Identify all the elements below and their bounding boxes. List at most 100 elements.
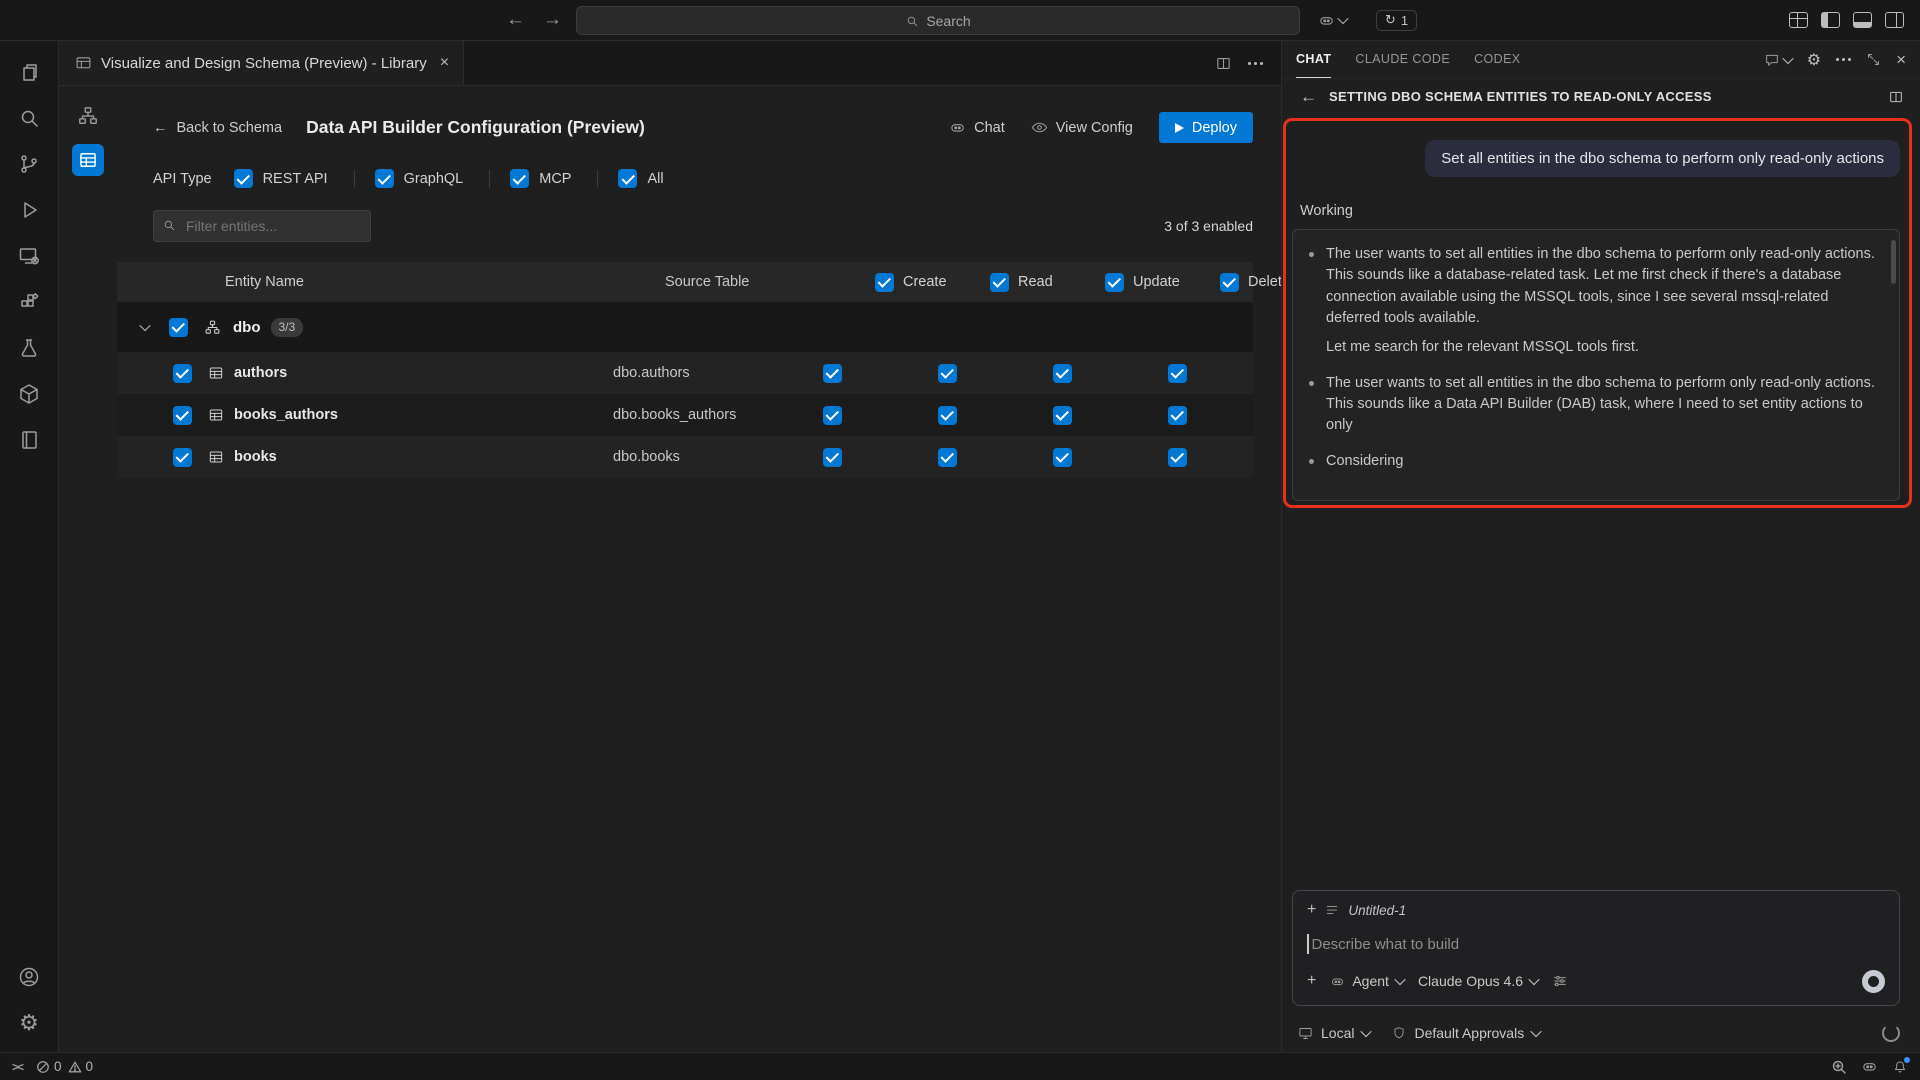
update-checkbox[interactable] (1053, 448, 1072, 467)
rest-api-checkbox[interactable] (234, 169, 253, 188)
explorer-icon[interactable] (5, 49, 53, 95)
customize-layout-icon[interactable] (1789, 12, 1808, 28)
bullet-icon (1309, 252, 1314, 257)
delete-checkbox[interactable] (1168, 364, 1187, 383)
open-in-editor-icon[interactable] (1888, 89, 1904, 105)
tab-codex[interactable]: CODEX (1474, 41, 1520, 78)
run-debug-icon[interactable] (5, 187, 53, 233)
scrollbar-thumb[interactable] (1891, 240, 1896, 284)
entity-row[interactable]: authors dbo.authors ⚙ (117, 352, 1253, 394)
row-checkbox[interactable] (173, 448, 192, 467)
source-control-icon[interactable] (5, 141, 53, 187)
notifications-bell-icon[interactable] (1892, 1059, 1908, 1075)
chat-settings-gear-icon[interactable]: ⚙ (1807, 50, 1821, 69)
attach-icon[interactable]: + (1307, 972, 1316, 990)
approvals-dropdown[interactable]: Default Approvals (1392, 1025, 1540, 1041)
remote-indicator-icon[interactable]: >< (12, 1060, 22, 1074)
row-checkbox[interactable] (173, 406, 192, 425)
api-type-graphql[interactable]: GraphQL (375, 169, 464, 188)
thought-item: The user wants to set all entities in th… (1309, 373, 1879, 437)
toggle-secondary-sidebar-icon[interactable] (1885, 12, 1904, 28)
all-checkbox[interactable] (618, 169, 637, 188)
testing-icon[interactable] (5, 325, 53, 371)
model-picker-dropdown[interactable]: Claude Opus 4.6 (1418, 973, 1538, 989)
dictation-button[interactable] (1862, 970, 1885, 993)
settings-gear-icon[interactable]: ⚙ (5, 1000, 53, 1046)
create-all-checkbox[interactable] (875, 273, 894, 292)
context-pill[interactable]: Untitled-1 (1348, 903, 1406, 918)
api-type-all[interactable]: All (618, 169, 663, 188)
read-checkbox[interactable] (938, 448, 957, 467)
chat-conversation: Set all entities in the dbo schema to pe… (1282, 114, 1920, 890)
filter-entities-input[interactable] (153, 210, 371, 242)
zoom-in-icon[interactable] (1831, 1059, 1847, 1075)
warnings-indicator[interactable]: 0 (68, 1059, 94, 1074)
toggle-sidebar-icon[interactable] (1821, 12, 1840, 28)
editor-more-actions-icon[interactable] (1248, 62, 1263, 65)
nav-back-icon[interactable]: ← (506, 9, 525, 31)
back-to-schema-link[interactable]: ← Back to Schema (153, 120, 282, 136)
new-chat-button[interactable] (1764, 52, 1792, 68)
delete-all-checkbox[interactable] (1220, 273, 1239, 292)
database-projects-icon[interactable] (5, 371, 53, 417)
chat-more-actions-icon[interactable] (1836, 58, 1851, 61)
nav-forward-icon[interactable]: → (543, 9, 562, 31)
create-checkbox[interactable] (823, 406, 842, 425)
update-all-checkbox[interactable] (1105, 273, 1124, 292)
tab-visualize-design-schema[interactable]: Visualize and Design Schema (Preview) - … (59, 41, 464, 85)
tab-claude-code[interactable]: CLAUDE CODE (1355, 41, 1450, 78)
working-status: Working (1300, 203, 1920, 219)
row-checkbox[interactable] (173, 364, 192, 383)
command-center-search[interactable]: Search (576, 6, 1300, 35)
mcp-checkbox[interactable] (510, 169, 529, 188)
create-checkbox[interactable] (823, 364, 842, 383)
create-checkbox[interactable] (823, 448, 842, 467)
view-config-button[interactable]: View Config (1031, 119, 1133, 136)
chat-input-placeholder[interactable]: Describe what to build (1312, 936, 1460, 953)
entity-row[interactable]: books_authors dbo.books_authors ⚙ (117, 394, 1253, 436)
deploy-button[interactable]: Deploy (1159, 112, 1253, 143)
close-panel-icon[interactable]: × (1896, 50, 1906, 70)
toggle-panel-icon[interactable] (1853, 12, 1872, 28)
tab-chat[interactable]: CHAT (1296, 41, 1331, 78)
chevron-down-icon (1394, 974, 1405, 985)
maximize-icon[interactable] (1866, 52, 1881, 67)
extensions-icon[interactable] (5, 279, 53, 325)
chevron-down-icon (1361, 1026, 1372, 1037)
copilot-menu-button[interactable] (1318, 12, 1347, 29)
agent-mode-dropdown[interactable]: Agent (1330, 973, 1404, 989)
schema-view-icon[interactable] (72, 100, 104, 132)
split-editor-icon[interactable] (1215, 55, 1232, 72)
tab-close-icon[interactable]: × (440, 54, 449, 72)
chat-button[interactable]: Chat (949, 119, 1005, 136)
agent-thinking-box[interactable]: The user wants to set all entities in th… (1292, 229, 1900, 501)
collapse-chevron-icon[interactable] (139, 320, 150, 331)
add-context-icon[interactable]: + (1307, 901, 1316, 919)
requests-counter-badge[interactable]: ↻ 1 (1376, 10, 1417, 31)
session-back-icon[interactable]: ← (1300, 87, 1317, 107)
search-sidebar-icon[interactable] (5, 95, 53, 141)
tools-sliders-icon[interactable] (1552, 973, 1568, 989)
update-checkbox[interactable] (1053, 364, 1072, 383)
api-builder-view-icon[interactable] (72, 144, 104, 176)
notebooks-icon[interactable] (5, 417, 53, 463)
delete-checkbox[interactable] (1168, 406, 1187, 425)
delete-checkbox[interactable] (1168, 448, 1187, 467)
group-checkbox[interactable] (169, 318, 188, 337)
update-checkbox[interactable] (1053, 406, 1072, 425)
copilot-status-icon[interactable] (1861, 1058, 1878, 1075)
api-type-mcp[interactable]: MCP (510, 169, 571, 188)
session-progress-icon (1882, 1024, 1900, 1042)
read-checkbox[interactable] (938, 406, 957, 425)
api-type-rest[interactable]: REST API (234, 169, 328, 188)
graphql-checkbox[interactable] (375, 169, 394, 188)
entity-row[interactable]: books dbo.books ⚙ (117, 436, 1253, 478)
account-icon[interactable] (5, 954, 53, 1000)
remote-explorer-icon[interactable] (5, 233, 53, 279)
chat-input-box[interactable]: + Untitled-1 Describe what to build + Ag… (1292, 890, 1900, 1006)
local-environment-dropdown[interactable]: Local (1298, 1025, 1370, 1041)
read-checkbox[interactable] (938, 364, 957, 383)
schema-group-row[interactable]: dbo 3/3 (117, 302, 1253, 352)
errors-indicator[interactable]: 0 (36, 1059, 62, 1074)
read-all-checkbox[interactable] (990, 273, 1009, 292)
